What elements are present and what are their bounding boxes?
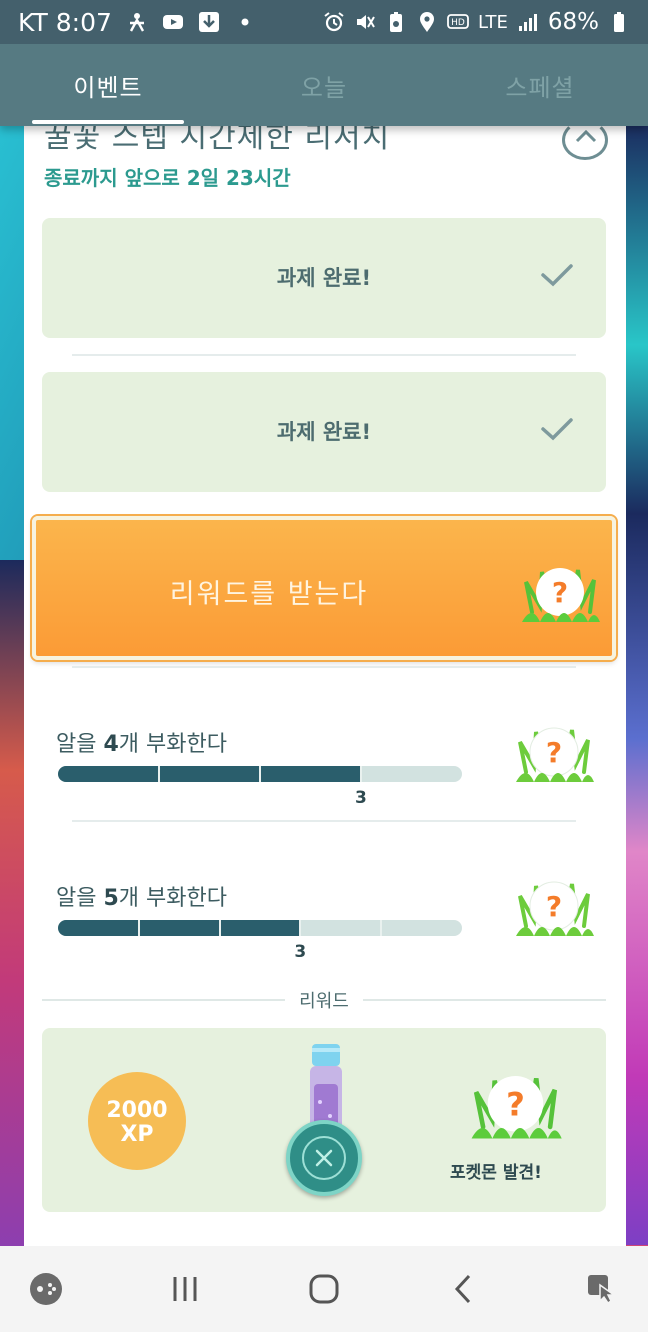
background-art-right bbox=[626, 120, 648, 1245]
completed-task: 과제 완료! bbox=[42, 372, 606, 492]
time-remaining: 종료까지 앞으로 2일 23시간 bbox=[44, 166, 291, 190]
divider bbox=[72, 666, 576, 668]
task-count: 5 bbox=[103, 886, 119, 911]
task-label: 알을 4개 부화한다 bbox=[56, 726, 227, 758]
xp-unit: XP bbox=[120, 1122, 154, 1147]
youtube-icon bbox=[162, 11, 184, 33]
navigation-bar bbox=[0, 1246, 648, 1332]
divider bbox=[72, 820, 576, 822]
progress-segment-divider bbox=[137, 920, 140, 936]
research-title: 꿀꽃 스텝 시간제한 리서치 bbox=[44, 126, 391, 155]
recent-apps-button[interactable] bbox=[155, 1259, 215, 1319]
task-label: 알을 5개 부화한다 bbox=[56, 880, 227, 912]
battery-icon bbox=[608, 11, 630, 33]
checkmark-icon bbox=[541, 418, 573, 441]
completed-task: 과제 완료! bbox=[42, 218, 606, 338]
collapse-button[interactable] bbox=[562, 126, 608, 160]
progress-fill bbox=[58, 766, 361, 782]
status-bar: KT 8:07 HD LTE 68% bbox=[0, 0, 648, 44]
mute-icon bbox=[354, 11, 376, 33]
location-icon bbox=[416, 11, 438, 33]
progress-segment-divider bbox=[299, 920, 302, 936]
progress-value: 3 bbox=[294, 942, 307, 962]
signal-icon bbox=[517, 11, 539, 33]
progress-segment-divider bbox=[158, 766, 160, 782]
tab-event[interactable]: 이벤트 bbox=[0, 44, 216, 126]
rewards-heading: 리워드 bbox=[42, 988, 606, 1012]
task-complete-label: 과제 완료! bbox=[276, 420, 372, 444]
tab-special[interactable]: 스페셜 bbox=[432, 44, 648, 126]
progress-fill bbox=[58, 920, 301, 936]
home-button[interactable] bbox=[294, 1259, 354, 1319]
recent-apps-icon bbox=[173, 1277, 197, 1301]
svg-text:?: ? bbox=[546, 890, 562, 923]
task-count: 4 bbox=[103, 732, 119, 757]
svg-text:?: ? bbox=[546, 736, 562, 769]
accessibility-button[interactable] bbox=[572, 1259, 632, 1319]
game-launcher-button[interactable] bbox=[16, 1259, 76, 1319]
pokemon-encounter-label: 포켓몬 발견! bbox=[450, 1163, 542, 1183]
background-art-left bbox=[0, 560, 24, 1260]
divider bbox=[72, 354, 576, 356]
divider bbox=[42, 999, 286, 1001]
claim-reward-button[interactable]: 리워드를 받는다 ? bbox=[32, 516, 616, 660]
task-label-prefix: 알을 bbox=[56, 732, 104, 757]
touch-assist-icon bbox=[588, 1275, 617, 1305]
back-icon bbox=[454, 1274, 471, 1304]
carrier-label: KT bbox=[18, 7, 48, 37]
claim-reward-label: 리워드를 받는다 bbox=[169, 579, 369, 610]
divider bbox=[362, 999, 606, 1001]
tab-today[interactable]: 오늘 bbox=[216, 44, 432, 126]
tab-label: 이벤트 bbox=[73, 73, 143, 102]
tab-label: 스페셜 bbox=[505, 73, 575, 102]
task-complete-label: 과제 완료! bbox=[276, 266, 372, 290]
progress-value: 3 bbox=[355, 788, 367, 808]
svg-text:?: ? bbox=[506, 1085, 525, 1123]
research-panel: 꿀꽃 스텝 시간제한 리서치 종료까지 앞으로 2일 23시간 과제 완료! 과… bbox=[24, 126, 626, 1246]
progress-segment-divider bbox=[218, 920, 221, 936]
svg-text:?: ? bbox=[552, 576, 568, 609]
checkmark-icon bbox=[541, 264, 573, 287]
mystery-pokemon-icon: ? bbox=[522, 568, 600, 622]
home-icon bbox=[309, 1274, 339, 1304]
task-progress-bar bbox=[58, 920, 462, 936]
task-label-suffix: 개 부화한다 bbox=[118, 732, 227, 757]
mystery-pokemon-icon: ? bbox=[516, 881, 594, 936]
svg-text:HD: HD bbox=[451, 18, 465, 28]
battery-saver-icon bbox=[385, 11, 407, 33]
task-progress-bar bbox=[58, 766, 462, 782]
alarm-icon bbox=[323, 11, 345, 33]
progress-segment-divider bbox=[360, 766, 362, 782]
tab-label: 오늘 bbox=[300, 73, 348, 102]
progress-segment-divider bbox=[380, 920, 383, 936]
progress-segment-divider bbox=[259, 766, 261, 782]
xp-value: 2000 bbox=[106, 1098, 168, 1123]
close-button[interactable] bbox=[286, 1120, 362, 1196]
download-icon bbox=[198, 11, 220, 33]
game-controller-icon bbox=[30, 1273, 62, 1305]
hd-icon: HD bbox=[447, 11, 469, 33]
clock: 8:07 bbox=[55, 7, 112, 37]
xp-reward-badge: 2000 XP bbox=[88, 1072, 186, 1170]
research-task: 알을 4개 부화한다 3 ? bbox=[42, 726, 606, 846]
task-label-prefix: 알을 bbox=[56, 886, 104, 911]
tab-bar: 이벤트 오늘 스페셜 bbox=[0, 44, 648, 126]
mystery-pokemon-icon: ? bbox=[471, 1076, 562, 1139]
accessibility-icon bbox=[126, 11, 148, 33]
research-task: 알을 5개 부화한다 3 ? bbox=[42, 880, 606, 1000]
task-label-suffix: 개 부화한다 bbox=[118, 886, 227, 911]
battery-percent: 68% bbox=[547, 9, 599, 35]
network-label: LTE bbox=[477, 11, 508, 33]
back-button[interactable] bbox=[433, 1259, 493, 1319]
mystery-pokemon-icon: ? bbox=[516, 727, 594, 782]
dot-icon bbox=[234, 11, 256, 33]
close-icon bbox=[315, 1149, 333, 1167]
chevron-up-icon bbox=[575, 129, 597, 143]
rewards-heading-label: 리워드 bbox=[299, 991, 349, 1012]
